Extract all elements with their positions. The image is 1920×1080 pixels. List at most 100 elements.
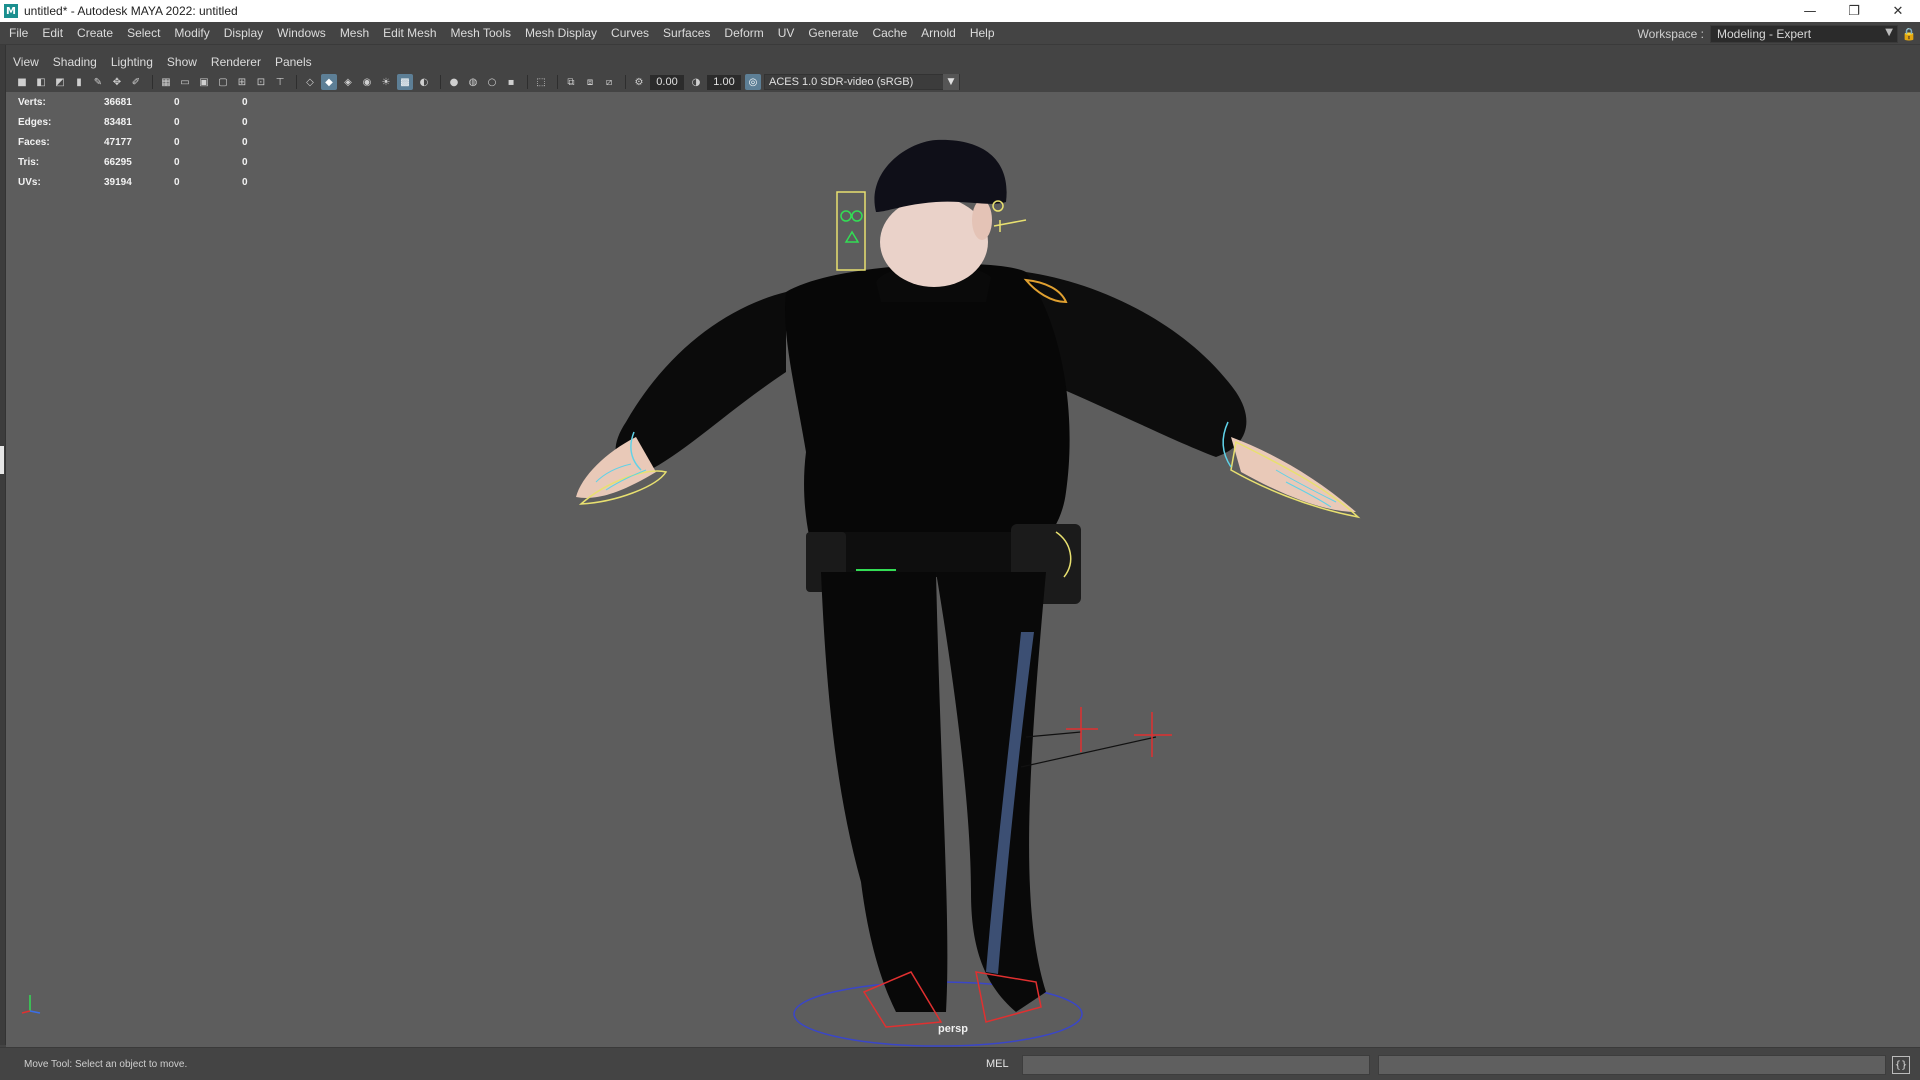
xray-joints-icon[interactable]: ⧉ — [563, 74, 579, 90]
maximize-button[interactable]: ❐ — [1832, 0, 1876, 22]
script-editor-icon[interactable]: {} — [1892, 1056, 1910, 1074]
shadows-icon[interactable]: ▩ — [397, 74, 413, 90]
hud-value: 0 — [242, 116, 248, 128]
hud-row-edges: Edges: 83481 0 0 — [18, 112, 272, 132]
command-language-toggle[interactable]: MEL — [986, 1058, 1009, 1070]
menu-uv[interactable]: UV — [771, 26, 802, 40]
gamma-field[interactable]: 1.00 — [707, 74, 741, 90]
menu-curves[interactable]: Curves — [604, 26, 656, 40]
window-title: untitled* - Autodesk MAYA 2022: untitled — [24, 4, 238, 18]
camera-name-label: persp — [938, 1023, 968, 1035]
menu-mesh[interactable]: Mesh — [333, 26, 376, 40]
wireframe-icon[interactable]: ◇ — [302, 74, 318, 90]
face-control-mouth — [844, 230, 860, 243]
panel-toolbar: ■ ◧ ◩ ▮ ✎ ✥ ✐ ▦ ▭ ▣ ▢ ⊞ ⊡ ⊤ ◇ ◆ ◈ ◉ ☀ ▩ … — [6, 72, 1920, 92]
police-cap — [874, 139, 1007, 212]
panel-menu-panels[interactable]: Panels — [268, 55, 319, 69]
backface-culling-icon[interactable]: ⧈ — [582, 74, 598, 90]
wireframe-on-shaded-icon[interactable]: ◈ — [340, 74, 356, 90]
menu-select[interactable]: Select — [120, 26, 167, 40]
menu-help[interactable]: Help — [963, 26, 1002, 40]
field-chart-icon[interactable]: ⊞ — [234, 74, 250, 90]
hud-value: 0 — [242, 96, 248, 108]
menu-edit[interactable]: Edit — [35, 26, 70, 40]
panel-menu-lighting[interactable]: Lighting — [104, 55, 160, 69]
menu-mesh-tools[interactable]: Mesh Tools — [444, 26, 518, 40]
pole-vector-control-1 — [1066, 707, 1098, 752]
hud-value: 0 — [174, 176, 180, 188]
motion-blur-icon[interactable]: ● — [446, 74, 462, 90]
exposure-field[interactable]: 0.00 — [650, 74, 684, 90]
left-arm — [615, 292, 786, 472]
lock-icon[interactable]: 🔒 — [1898, 25, 1920, 43]
safe-title-icon[interactable]: ⊤ — [272, 74, 288, 90]
menu-surfaces[interactable]: Surfaces — [656, 26, 717, 40]
poly-count-hud: Verts: 36681 0 0 Edges: 83481 0 0 Faces:… — [18, 92, 272, 192]
smooth-shade-icon[interactable]: ◆ — [321, 74, 337, 90]
hud-value: 0 — [174, 96, 180, 108]
hud-row-verts: Verts: 36681 0 0 — [18, 92, 272, 112]
exposure-icon[interactable]: ⚙ — [631, 74, 647, 90]
color-management-icon[interactable]: ◎ — [745, 74, 761, 90]
toolbar-separator — [527, 75, 528, 89]
gate-mask-icon[interactable]: ▢ — [215, 74, 231, 90]
xray-icon[interactable]: ⬚ — [533, 74, 549, 90]
panel-collapse-handle[interactable] — [0, 446, 4, 474]
depth-of-field-icon[interactable]: ○ — [484, 74, 500, 90]
anti-aliasing-icon[interactable]: ◍ — [465, 74, 481, 90]
minimize-button[interactable]: — — [1788, 0, 1832, 22]
help-line: Move Tool: Select an object to move. — [24, 1059, 188, 1070]
workspace-value: Modeling - Expert — [1717, 26, 1812, 41]
resolution-gate-icon[interactable]: ▣ — [196, 74, 212, 90]
menu-cache[interactable]: Cache — [865, 26, 914, 40]
isolate-select-icon[interactable]: ▪ — [503, 74, 519, 90]
image-plane-icon[interactable]: ✎ — [90, 74, 106, 90]
screen-space-ao-icon[interactable]: ◐ — [416, 74, 432, 90]
bookmark-icon[interactable]: ▮ — [71, 74, 87, 90]
command-input-field[interactable] — [1022, 1055, 1370, 1075]
head-back — [880, 197, 988, 287]
panel-menu-show[interactable]: Show — [160, 55, 204, 69]
hud-value: 0 — [242, 156, 248, 168]
menu-windows[interactable]: Windows — [270, 26, 333, 40]
hud-row-faces: Faces: 47177 0 0 — [18, 132, 272, 152]
panel-menu-renderer[interactable]: Renderer — [204, 55, 268, 69]
toolbar-separator — [296, 75, 297, 89]
gamma-icon[interactable]: ◑ — [688, 74, 704, 90]
ik-pole-line-2 — [1020, 736, 1157, 768]
menu-mesh-display[interactable]: Mesh Display — [518, 26, 604, 40]
menu-modify[interactable]: Modify — [167, 26, 216, 40]
close-button[interactable]: ✕ — [1876, 0, 1920, 22]
menu-deform[interactable]: Deform — [717, 26, 770, 40]
police-character-model[interactable] — [6, 92, 1920, 1047]
bookmarks-icon[interactable]: ◩ — [52, 74, 68, 90]
main-menu-bar: File Edit Create Select Modify Display W… — [0, 22, 1920, 45]
select-camera-icon[interactable]: ■ — [14, 74, 30, 90]
hud-label: Edges: — [18, 116, 52, 128]
menu-arnold[interactable]: Arnold — [914, 26, 963, 40]
menu-file[interactable]: File — [0, 26, 35, 40]
2d-pan-zoom-icon[interactable]: ✥ — [109, 74, 125, 90]
panel-menu-view[interactable]: View — [6, 55, 46, 69]
grease-pencil-icon[interactable]: ✐ — [128, 74, 144, 90]
lights-icon[interactable]: ☀ — [378, 74, 394, 90]
safe-action-icon[interactable]: ⊡ — [253, 74, 269, 90]
textured-icon[interactable]: ◉ — [359, 74, 375, 90]
menu-display[interactable]: Display — [217, 26, 270, 40]
view-transform-dropdown[interactable]: ACES 1.0 SDR-video (sRGB) ▼ — [764, 74, 960, 90]
hud-value: 47177 — [104, 136, 132, 148]
camera-tool-icon[interactable]: ⧄ — [601, 74, 617, 90]
menu-create[interactable]: Create — [70, 26, 120, 40]
hud-label: UVs: — [18, 176, 41, 188]
workspace-dropdown[interactable]: Modeling - Expert ▼ — [1710, 24, 1898, 43]
left-leg — [821, 572, 948, 1012]
window-controls: — ❐ ✕ — [1788, 0, 1920, 22]
hud-label: Faces: — [18, 136, 50, 148]
panel-menu-shading[interactable]: Shading — [46, 55, 104, 69]
menu-generate[interactable]: Generate — [801, 26, 865, 40]
perspective-viewport[interactable]: Verts: 36681 0 0 Edges: 83481 0 0 Faces:… — [6, 92, 1920, 1047]
camera-attributes-icon[interactable]: ◧ — [33, 74, 49, 90]
grid-icon[interactable]: ▦ — [158, 74, 174, 90]
menu-edit-mesh[interactable]: Edit Mesh — [376, 26, 443, 40]
film-gate-icon[interactable]: ▭ — [177, 74, 193, 90]
